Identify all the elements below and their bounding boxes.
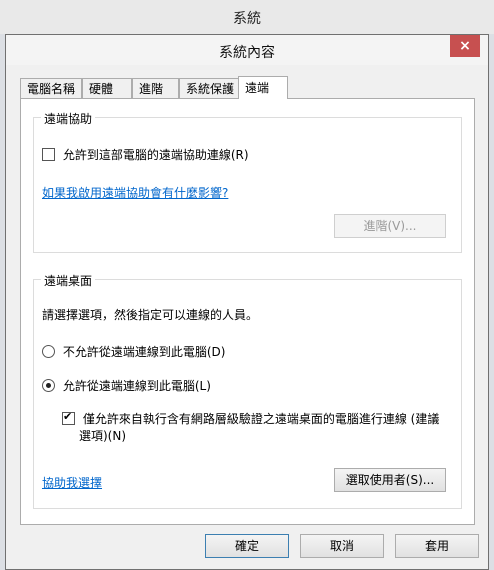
tab-computer-name[interactable]: 電腦名稱 [20,78,82,98]
deny-remote-radio[interactable] [42,345,55,358]
close-icon: × [459,38,471,54]
tab-system-protection[interactable]: 系統保護 [179,78,239,98]
remote-assistance-title: 遠端協助 [41,110,96,127]
dialog-titlebar[interactable]: 系統內容 × [6,35,488,65]
nla-checkbox[interactable] [62,410,75,425]
close-button[interactable]: × [450,35,480,57]
tab-advanced[interactable]: 進階 [132,78,179,98]
allow-remote-label[interactable]: 允許從遠端連線到此電腦(L) [63,379,211,393]
system-properties-dialog: 系統內容 × 電腦名稱 硬體 進階 系統保護 遠端 遠端協助 允許到這部電腦的遠… [5,34,489,570]
ok-button[interactable]: 確定 [205,534,289,558]
cancel-button[interactable]: 取消 [300,534,384,558]
apply-button[interactable]: 套用 [395,534,479,558]
dialog-title: 系統內容 [219,45,275,61]
deny-remote-label[interactable]: 不允許從遠端連線到此電腦(D) [63,345,226,359]
allow-remote-assistance-label[interactable]: 允許到這部電腦的遠端協助連線(R) [63,148,249,162]
nla-label-line1[interactable]: 僅允許來自執行含有網路層級驗證之遠端桌面的電腦進行連線 (建議 [83,412,440,426]
remote-tab-panel: 遠端協助 允許到這部電腦的遠端協助連線(R) 如果我啟用遠端協助會有什麼影響? … [20,98,475,525]
allow-remote-radio[interactable] [42,379,55,392]
tab-hardware[interactable]: 硬體 [82,78,132,98]
select-users-button[interactable]: 選取使用者(S)... [334,468,446,492]
allow-remote-option[interactable]: 允許從遠端連線到此電腦(L) [42,377,211,394]
remote-assistance-info-link[interactable]: 如果我啟用遠端協助會有什麼影響? [42,184,228,201]
parent-window-titlebar: 系統 [0,0,494,35]
parent-window-title: 系統 [233,11,261,27]
nla-label-line2[interactable]: 選項)(N) [79,427,126,444]
remote-desktop-title: 遠端桌面 [41,272,96,289]
remote-desktop-instruction: 請選擇選項，然後指定可以連線的人員。 [42,308,259,322]
remote-assistance-group: 遠端協助 允許到這部電腦的遠端協助連線(R) 如果我啟用遠端協助會有什麼影響? … [33,110,462,253]
deny-remote-option[interactable]: 不允許從遠端連線到此電腦(D) [42,343,225,360]
help-me-choose-link[interactable]: 協助我選擇 [42,474,102,491]
allow-remote-assistance-checkbox[interactable] [42,148,55,161]
advanced-button[interactable]: 進階(V)... [334,214,446,238]
remote-desktop-group: 遠端桌面 請選擇選項，然後指定可以連線的人員。 不允許從遠端連線到此電腦(D) … [33,272,462,509]
nla-option[interactable]: 僅允許來自執行含有網路層級驗證之遠端桌面的電腦進行連線 (建議 [62,410,439,427]
allow-remote-assistance-option[interactable]: 允許到這部電腦的遠端協助連線(R) [42,146,249,163]
tab-remote[interactable]: 遠端 [238,76,288,99]
